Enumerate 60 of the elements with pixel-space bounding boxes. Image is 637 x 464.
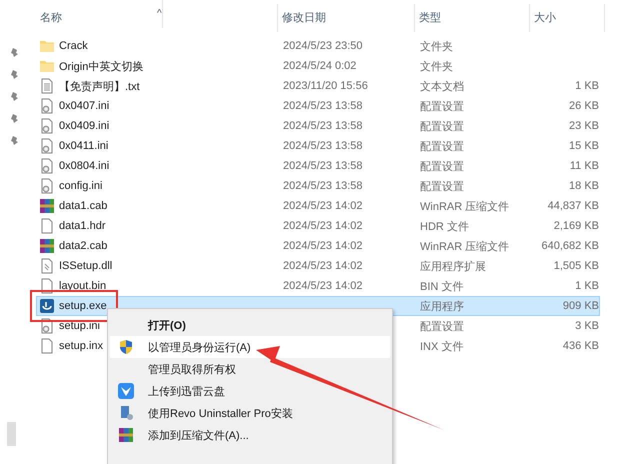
file-size: 18 KB [568,180,600,192]
file-name: ISSetup.dll [59,260,112,272]
modified-date: 2024/5/23 23:50 [282,40,364,52]
file-name: 0x0407.ini [59,100,110,112]
modified-date: 2024/5/23 13:58 [282,100,364,112]
modified-date: 2024/5/23 13:58 [282,160,364,172]
modified-date: 2023/11/20 15:56 [282,80,369,92]
modified-date: 2024/5/23 14:02 [282,240,364,252]
file-size: 11 KB [568,160,600,172]
file-name: setup.ini [59,320,100,332]
file-type: 配置设置 [419,320,465,334]
file-size: 15 KB [568,140,600,152]
file-type: BIN 文件 [419,280,464,294]
modified-date: 2024/5/23 13:58 [282,180,364,192]
modified-date: 2024/5/23 14:02 [282,280,364,292]
file-name: data1.cab [59,200,108,212]
file-type: 配置设置 [419,120,465,134]
file-size: 2,169 KB [552,220,600,232]
file-type: 应用程序 [419,300,465,314]
file-name: 0x0409.ini [59,120,110,132]
file-name: config.ini [59,180,102,192]
file-type: WinRAR 压缩文件 [419,200,510,214]
file-name: 0x0411.ini [59,140,108,152]
modified-date: 2024/5/23 13:58 [282,120,364,132]
file-name: layout.bin [59,280,106,292]
file-size: 26 KB [568,100,600,112]
file-type: 配置设置 [419,140,465,154]
file-name: data2.cab [59,240,108,252]
file-type: 配置设置 [419,160,465,174]
modified-date: 2024/5/24 0:02 [282,60,358,72]
file-size: 1 KB [574,80,600,92]
file-type: WinRAR 压缩文件 [419,240,510,254]
file-type: 应用程序扩展 [419,260,487,274]
file-size: 640,682 KB [540,240,600,252]
modified-date: 2024/5/23 14:02 [282,220,364,232]
file-size: 23 KB [568,120,600,132]
file-name: setup.inx [59,340,104,352]
modified-date: 2024/5/23 14:02 [282,200,364,212]
file-type: 文本文档 [419,80,465,94]
file-size: 909 KB [562,300,600,312]
sort-indicator: ^ [153,0,163,28]
file-type: 文件夹 [419,40,454,54]
file-type: 文件夹 [419,60,454,74]
modified-date: 2024/5/23 14:02 [282,260,364,272]
file-name: 【免责声明】.txt [59,80,140,94]
file-type: 配置设置 [419,180,465,194]
modified-date: 2024/5/23 13:58 [282,140,364,152]
file-name: 0x0804.ini [59,160,110,172]
file-size: 1,505 KB [552,260,600,272]
file-size: 1 KB [574,280,600,292]
file-name: Crack [59,40,88,52]
file-name: Origin中英文切换 [59,60,144,74]
file-type: HDR 文件 [419,220,470,234]
file-type: INX 文件 [419,340,464,354]
file-size: 44,837 KB [546,200,600,212]
file-name: data1.hdr [59,220,106,232]
file-type: 配置设置 [419,100,465,114]
file-name: setup.exe [59,300,107,312]
file-size: 436 KB [562,340,600,352]
file-size: 3 KB [574,320,600,332]
